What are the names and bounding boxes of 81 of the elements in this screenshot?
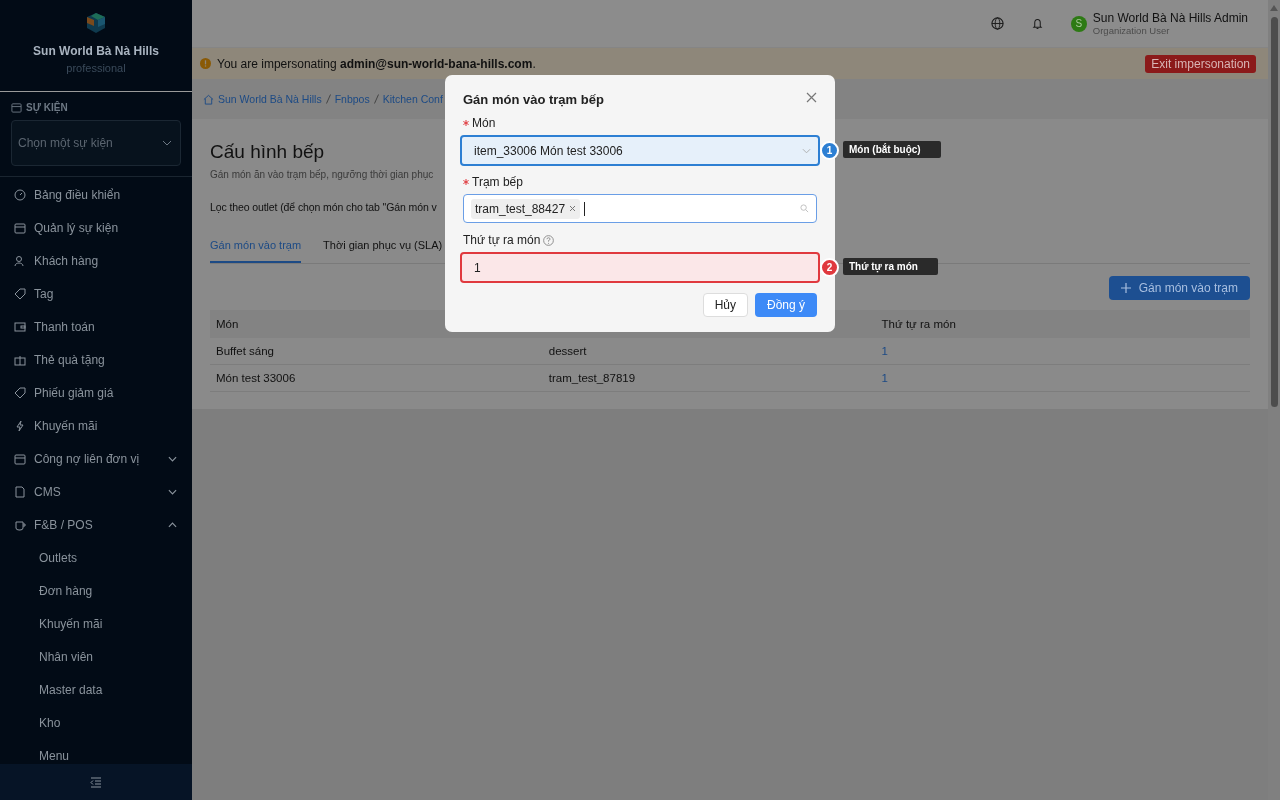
close-icon[interactable]: [806, 92, 817, 103]
scroll-thumb[interactable]: [1270, 17, 1278, 407]
filter-label: Lọc theo outlet (để chọn món cho tab "Gán món v: [210, 201, 437, 213]
plus-icon: [1120, 283, 1131, 293]
ticket-icon: [14, 386, 26, 399]
sidebar-subitem[interactable]: Menu: [0, 739, 192, 764]
ok-button[interactable]: Đồng ý: [754, 293, 817, 317]
selected-tag: tram_test_88427: [471, 198, 581, 219]
table-cell: dessert: [542, 338, 876, 365]
breadcrumb-separator-icon: [373, 94, 379, 104]
gift-icon: [14, 353, 26, 366]
annotation-label: Thứ tự ra món: [843, 258, 938, 275]
chevron-down-icon: [802, 147, 811, 154]
sidebar-subitem[interactable]: Đơn hàng: [0, 574, 192, 607]
sidebar-subitem[interactable]: Master data: [0, 673, 192, 706]
users-icon: [14, 254, 26, 267]
impersonation-message: You are impersonating admin@sun-world-bana-hills.com.: [217, 56, 537, 71]
wallet-icon: [14, 320, 26, 333]
home-icon[interactable]: [203, 93, 214, 105]
bolt-icon: [14, 419, 26, 432]
sidebar-item[interactable]: Thẻ quà tặng: [0, 343, 192, 376]
file-icon: [14, 485, 26, 498]
breadcrumb-separator-icon: [325, 94, 331, 104]
page-subtitle: Gán món ăn vào trạm bếp, ngưỡng thời gian phục: [210, 169, 434, 180]
section-label: SỰ KIỆN: [26, 102, 68, 113]
station-select[interactable]: tram_test_88427: [463, 194, 817, 223]
help-icon[interactable]: [543, 234, 555, 246]
field-label: Món: [472, 116, 496, 130]
cancel-button[interactable]: Hủy: [702, 293, 748, 317]
sidebar-item[interactable]: Bảng điều khiển: [0, 178, 192, 211]
field-label: Thứ tự ra món: [463, 233, 541, 247]
sidebar-item[interactable]: Thanh toán: [0, 310, 192, 343]
user-role: Organization User: [1092, 25, 1171, 36]
search-icon: [800, 204, 809, 213]
cup-icon: [14, 518, 26, 531]
table-cell: Món test 33006: [210, 364, 543, 392]
sidebar-item[interactable]: Công nợ liên đơn vị: [0, 442, 192, 475]
cube-logo-icon: [85, 12, 107, 34]
bell-icon[interactable]: [1031, 17, 1043, 30]
table-cell: 1: [875, 338, 1250, 365]
page-title: Cấu hình bếp: [210, 141, 325, 163]
calendar-icon: [14, 221, 26, 234]
sidebar-subitem[interactable]: Nhân viên: [0, 640, 192, 673]
chevron-down-icon: [162, 140, 172, 146]
brand-name: Sun World Bà Nà Hills: [33, 44, 159, 58]
dialog-title: Gán món vào trạm bếp: [463, 92, 604, 107]
sidebar-subitem[interactable]: Kho: [0, 706, 192, 739]
scroll-up-icon[interactable]: [1270, 5, 1278, 11]
sidebar-item[interactable]: Khách hàng: [0, 244, 192, 277]
sidebar-item[interactable]: CMS: [0, 475, 192, 508]
sidebar-item[interactable]: F&B / POS: [0, 508, 192, 541]
user-name: Sun World Bà Nà Hills Admin: [1092, 11, 1248, 25]
sidebar-item[interactable]: Khuyến mãi: [0, 409, 192, 442]
plan-label: professional: [66, 62, 126, 74]
number-input[interactable]: 1: [460, 252, 820, 283]
sidebar-item[interactable]: Tag: [0, 277, 192, 310]
annotation-label: Món (bắt buộc): [843, 141, 941, 158]
tag-icon: [14, 287, 26, 300]
field-label: Trạm bếp: [472, 175, 523, 189]
exit-impersonation-button[interactable]: Exit impersonation: [1145, 54, 1256, 73]
collapse-menu-icon[interactable]: [90, 776, 102, 788]
add-button[interactable]: Gán món vào trạm: [1108, 276, 1250, 300]
calendar-icon: [11, 102, 22, 113]
globe-icon[interactable]: [990, 17, 1004, 30]
annotation-marker: 2: [820, 258, 839, 277]
dish-select[interactable]: item_33006 Món test 33006: [460, 135, 820, 166]
ledger-icon: [14, 452, 26, 465]
annotation-marker: 1: [820, 141, 839, 160]
warning-icon: [200, 58, 211, 69]
sidebar-item[interactable]: Phiếu giảm giá: [0, 376, 192, 409]
text-cursor: [584, 201, 586, 216]
table-cell: Buffet sáng: [210, 338, 543, 365]
tab[interactable]: Thời gian phục vụ (SLA): [323, 234, 443, 263]
gauge-icon: [14, 188, 26, 201]
sidebar-subitem[interactable]: Khuyến mãi: [0, 607, 192, 640]
column-header: Thứ tự ra món: [875, 310, 1250, 338]
table-cell: 1: [875, 364, 1250, 392]
sidebar-item[interactable]: Quản lý sự kiện: [0, 211, 192, 244]
remove-tag-icon[interactable]: [569, 205, 577, 212]
sidebar-subitem[interactable]: Outlets: [0, 541, 192, 574]
table-cell: tram_test_87819: [542, 364, 876, 392]
